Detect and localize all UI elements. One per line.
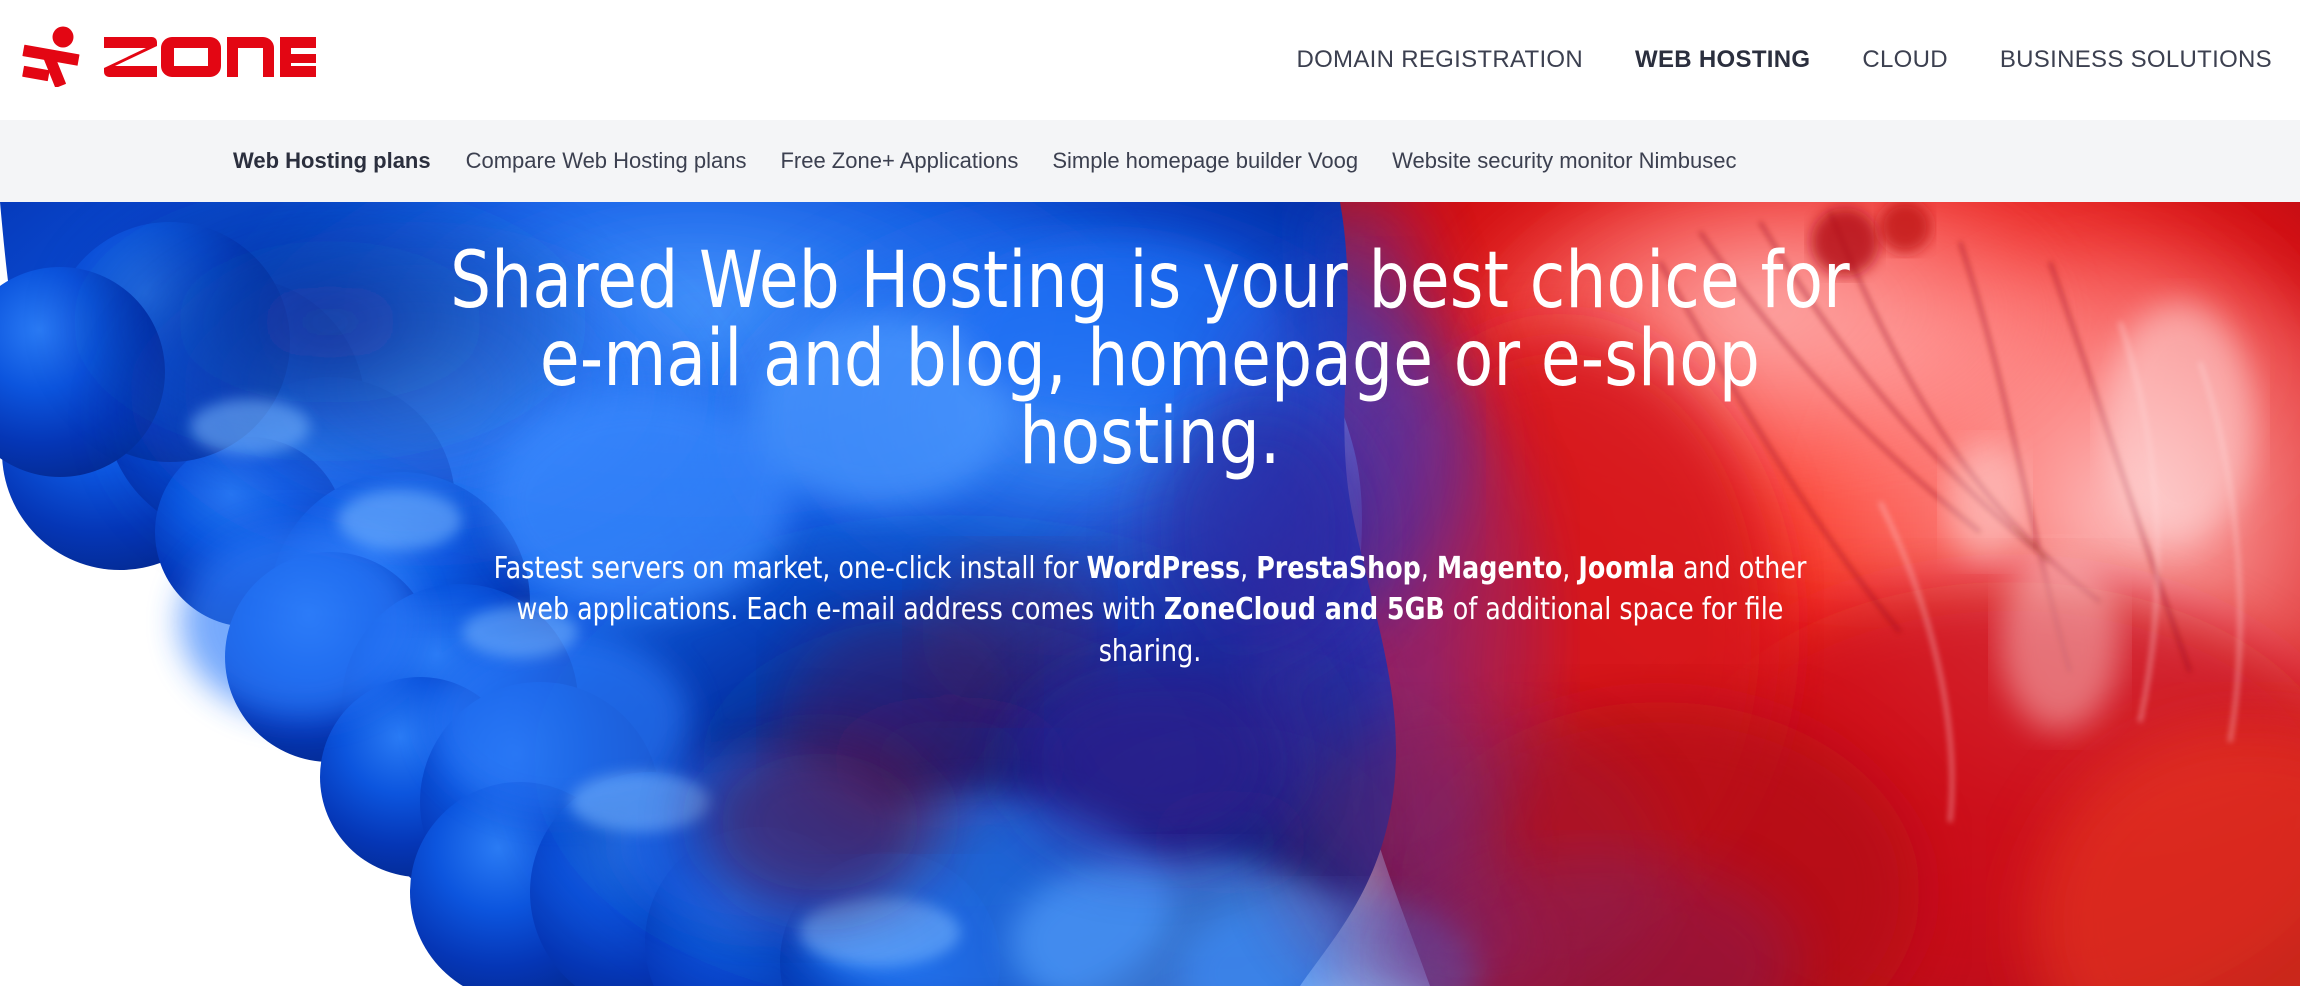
secondary-navigation-bar: Web Hosting plans Compare Web Hosting pl…	[0, 102, 2300, 202]
subnav-item-compare-web-hosting-plans[interactable]: Compare Web Hosting plans	[449, 120, 764, 202]
subnav-item-website-security-monitor-nimbusec[interactable]: Website security monitor Nimbusec	[1375, 120, 1753, 202]
hero-section: Shared Web Hosting is your best choice f…	[0, 202, 2300, 986]
hero-title: Shared Web Hosting is your best choice f…	[450, 236, 1850, 482]
running-figure-icon	[22, 26, 80, 87]
nav-item-domain-registration[interactable]: DOMAIN REGISTRATION	[1270, 0, 1609, 120]
nav-item-business-solutions[interactable]: BUSINESS SOLUTIONS	[1974, 0, 2280, 120]
nav-item-web-hosting[interactable]: WEB HOSTING	[1609, 0, 1836, 120]
secondary-navigation: Web Hosting plans Compare Web Hosting pl…	[0, 120, 1753, 202]
subnav-item-free-zone-applications[interactable]: Free Zone+ Applications	[763, 120, 1035, 202]
nav-item-cloud[interactable]: CLOUD	[1836, 0, 1974, 120]
hero-subtitle: Fastest servers on market, one-click ins…	[493, 551, 1807, 669]
site-header: DOMAIN REGISTRATION WEB HOSTING CLOUD BU…	[0, 0, 2300, 120]
zone-wordmark	[104, 37, 316, 77]
zone-logo[interactable]	[22, 6, 317, 106]
hero-text-block: Shared Web Hosting is your best choice f…	[0, 202, 2300, 672]
subnav-item-web-hosting-plans[interactable]: Web Hosting plans	[233, 120, 449, 202]
subnav-item-simple-homepage-builder-voog[interactable]: Simple homepage builder Voog	[1035, 120, 1375, 202]
primary-navigation: DOMAIN REGISTRATION WEB HOSTING CLOUD BU…	[1270, 0, 2280, 120]
